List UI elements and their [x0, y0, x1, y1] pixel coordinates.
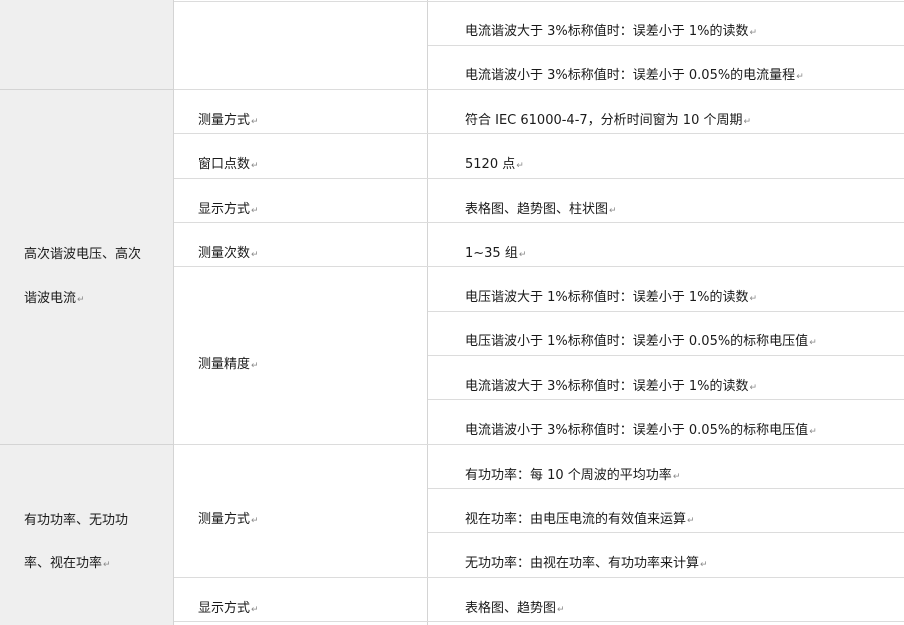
sub-label: 显示方式↵	[198, 202, 259, 217]
row-divider	[428, 355, 904, 356]
row-divider	[174, 444, 904, 445]
row-divider	[174, 178, 904, 179]
row-divider	[174, 266, 904, 267]
row-divider	[428, 399, 904, 400]
sublabel-column	[174, 0, 428, 625]
row-divider	[174, 1, 904, 2]
row-divider	[174, 89, 904, 90]
sub-label: 窗口点数↵	[198, 157, 259, 172]
row-divider	[428, 488, 904, 489]
category-label: 率、视在功率↵	[24, 556, 111, 571]
value-text: 电流谐波大于 3%标称值时：误差小于 1%的读数↵	[465, 379, 758, 394]
value-text: 电流谐波大于 3%标称值时：误差小于 1%的读数↵	[465, 24, 758, 39]
value-text: 电压谐波小于 1%标称值时：误差小于 0.05%的标称电压值↵	[465, 334, 817, 349]
row-divider	[174, 222, 904, 223]
value-text: 电流谐波小于 3%标称值时：误差小于 0.05%的电流量程↵	[465, 68, 804, 83]
value-text: 5120 点↵	[465, 157, 524, 172]
sub-label: 测量精度↵	[198, 357, 259, 372]
category-label: 高次谐波电压、高次	[24, 247, 142, 262]
category-cell-top	[0, 0, 174, 89]
value-text: 电压谐波大于 1%标称值时：误差小于 1%的读数↵	[465, 290, 758, 305]
row-divider	[428, 532, 904, 533]
category-label: 有功功率、无功功	[24, 513, 129, 528]
value-text: 无功功率：由视在功率、有功功率来计算↵	[465, 556, 708, 571]
sub-label: 测量方式↵	[198, 512, 259, 527]
row-divider	[174, 133, 904, 134]
sub-label: 测量方式↵	[198, 113, 259, 128]
value-text: 有功功率：每 10 个周波的平均功率↵	[465, 468, 681, 483]
value-text: 符合 IEC 61000-4-7，分析时间窗为 10 个周期↵	[465, 113, 752, 128]
row-divider	[428, 45, 904, 46]
value-text: 视在功率：由电压电流的有效值来运算↵	[465, 512, 695, 527]
category-cell-high-harmonic	[0, 89, 174, 444]
value-text: 1~35 组↵	[465, 246, 527, 261]
category-cell-power	[0, 444, 174, 625]
value-text: 电流谐波小于 3%标称值时：误差小于 0.05%的标称电压值↵	[465, 423, 817, 438]
value-text: 表格图、趋势图↵	[465, 601, 565, 616]
sub-label: 测量次数↵	[198, 246, 259, 261]
value-text: 表格图、趋势图、柱状图↵	[465, 202, 617, 217]
sub-label: 显示方式↵	[198, 601, 259, 616]
spec-table: 电流谐波大于 3%标称值时：误差小于 1%的读数↵ 电流谐波小于 3%标称值时：…	[0, 0, 904, 625]
row-divider	[428, 311, 904, 312]
row-divider	[174, 577, 904, 578]
row-divider	[174, 621, 904, 622]
category-label: 谐波电流↵	[24, 291, 85, 306]
